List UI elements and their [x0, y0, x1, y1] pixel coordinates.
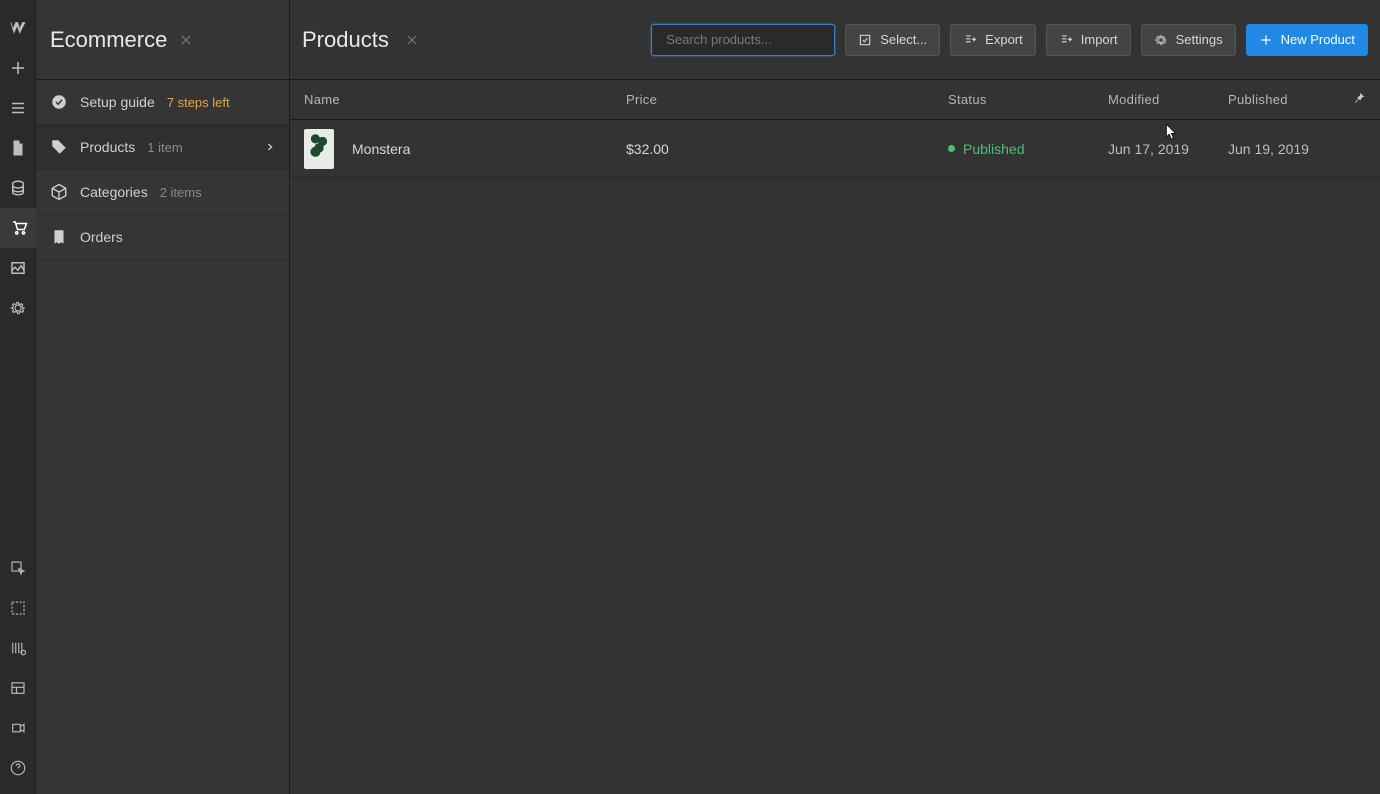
- button-label: Settings: [1176, 32, 1223, 47]
- sidebar-item-orders[interactable]: Orders: [36, 215, 289, 260]
- select-icon: [858, 33, 872, 47]
- sidebar-item-label: Products: [80, 139, 135, 155]
- import-button[interactable]: Import: [1046, 24, 1131, 56]
- settings-gear-icon[interactable]: [0, 288, 36, 328]
- tool-click-icon[interactable]: [0, 548, 36, 588]
- button-label: Import: [1081, 32, 1118, 47]
- tag-icon: [50, 138, 68, 156]
- pages-icon[interactable]: [0, 128, 36, 168]
- ecommerce-panel: Ecommerce Setup guide 7 steps left Produ…: [36, 0, 290, 794]
- import-icon: [1059, 33, 1073, 47]
- sidebar-item-meta: 1 item: [147, 140, 182, 155]
- main-panel: Products Select... Export Import Setting…: [290, 0, 1380, 794]
- status-dot-icon: [948, 145, 955, 152]
- sidebar-item-meta: 2 items: [160, 185, 202, 200]
- ecommerce-icon[interactable]: [0, 208, 36, 248]
- sidebar-item-label: Setup guide: [80, 94, 155, 110]
- main-header: Products Select... Export Import Setting…: [290, 0, 1380, 80]
- search-input[interactable]: [666, 32, 842, 47]
- cms-icon[interactable]: [0, 168, 36, 208]
- col-name[interactable]: Name: [304, 92, 626, 107]
- receipt-icon: [50, 228, 68, 246]
- main-title: Products: [302, 27, 389, 53]
- search-input-wrapper[interactable]: [651, 24, 835, 56]
- table-row[interactable]: Monstera $32.00 Published Jun 17, 2019 J…: [290, 120, 1380, 178]
- sidebar-item-categories[interactable]: Categories 2 items: [36, 170, 289, 215]
- setup-steps-left: 7 steps left: [167, 95, 230, 110]
- navigator-icon[interactable]: [0, 88, 36, 128]
- button-label: New Product: [1281, 32, 1355, 47]
- row-modified: Jun 17, 2019: [1108, 141, 1228, 157]
- new-product-button[interactable]: New Product: [1246, 24, 1368, 56]
- chevron-right-icon: [265, 140, 275, 155]
- tool-video-icon[interactable]: [0, 708, 36, 748]
- col-status[interactable]: Status: [948, 92, 1108, 107]
- sidebar-item-label: Categories: [80, 184, 148, 200]
- add-icon[interactable]: [0, 48, 36, 88]
- gear-icon: [1154, 33, 1168, 47]
- col-modified[interactable]: Modified: [1108, 92, 1228, 107]
- export-icon: [963, 33, 977, 47]
- col-published[interactable]: Published: [1228, 92, 1348, 107]
- main-close-icon[interactable]: [403, 31, 421, 49]
- left-rail: [0, 0, 36, 794]
- table-body: Monstera $32.00 Published Jun 17, 2019 J…: [290, 120, 1380, 794]
- panel-title: Ecommerce: [50, 27, 167, 53]
- settings-button[interactable]: Settings: [1141, 24, 1236, 56]
- tool-audit-icon[interactable]: [0, 628, 36, 668]
- panel-close-icon[interactable]: [177, 31, 195, 49]
- product-thumbnail: [304, 129, 334, 169]
- tool-select-icon[interactable]: [0, 588, 36, 628]
- pin-icon[interactable]: [1352, 91, 1366, 108]
- select-button[interactable]: Select...: [845, 24, 940, 56]
- check-circle-icon: [50, 93, 68, 111]
- tool-layout-icon[interactable]: [0, 668, 36, 708]
- col-price[interactable]: Price: [626, 92, 948, 107]
- webflow-logo-icon[interactable]: [0, 8, 36, 48]
- status-text: Published: [963, 141, 1025, 157]
- help-icon[interactable]: [0, 748, 36, 788]
- plus-icon: [1259, 33, 1273, 47]
- row-name: Monstera: [352, 141, 626, 157]
- sidebar-item-products[interactable]: Products 1 item: [36, 125, 289, 170]
- sidebar-item-setup-guide[interactable]: Setup guide 7 steps left: [36, 80, 289, 125]
- assets-icon[interactable]: [0, 248, 36, 288]
- button-label: Export: [985, 32, 1023, 47]
- table-header: Name Price Status Modified Published: [290, 80, 1380, 120]
- sidebar-item-label: Orders: [80, 229, 123, 245]
- export-button[interactable]: Export: [950, 24, 1036, 56]
- panel-header: Ecommerce: [36, 0, 289, 80]
- row-status: Published: [948, 141, 1108, 157]
- button-label: Select...: [880, 32, 927, 47]
- box-icon: [50, 183, 68, 201]
- row-published: Jun 19, 2019: [1228, 141, 1348, 157]
- row-price: $32.00: [626, 141, 948, 157]
